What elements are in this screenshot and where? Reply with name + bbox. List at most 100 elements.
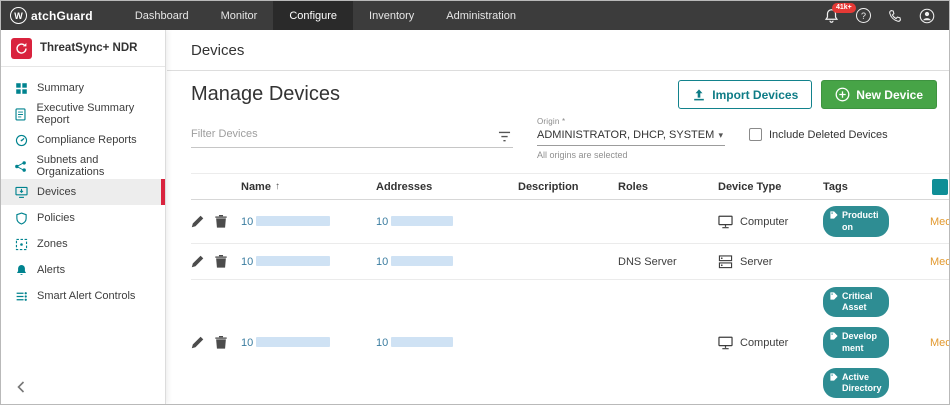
table-row: 10 10 Computer Critical Asset Developmen… (191, 280, 949, 404)
upload-icon (694, 88, 705, 100)
sidebar-item-alerts[interactable]: Alerts (1, 257, 165, 283)
row-actions (191, 336, 241, 349)
shield-icon (14, 211, 28, 225)
header-addresses-label: Addresses (376, 180, 433, 193)
trash-icon (215, 336, 227, 349)
tag-icon (830, 292, 838, 300)
device-type-label: Computer (740, 336, 789, 349)
include-deleted-devices-label: Include Deleted Devices (769, 128, 888, 141)
tag-pill[interactable]: Development (823, 327, 889, 358)
table-header-row: Name ↑ Addresses Description Roles Devic… (191, 173, 949, 200)
origin-select-field: Origin * ADMINISTRATOR, DHCP, SYSTEM ▾ A… (537, 117, 725, 160)
edit-device-button[interactable] (191, 215, 204, 228)
device-address-text: 10 (376, 336, 389, 349)
new-device-button[interactable]: New Device (821, 80, 937, 109)
sidebar-item-executive-summary-report[interactable]: Executive Summary Report (1, 101, 165, 127)
sidebar: ThreatSync+ NDR Summary Executive Summar… (1, 30, 166, 404)
device-name[interactable]: 10 (241, 215, 376, 228)
devices-table: Name ↑ Addresses Description Roles Devic… (191, 173, 949, 404)
chevron-down-icon: ▾ (718, 129, 723, 140)
tag-pill[interactable]: Active Directory (823, 367, 889, 399)
nav-monitor[interactable]: Monitor (205, 1, 274, 30)
sidebar-item-subnets-and-organizations[interactable]: Subnets and Organizations (1, 153, 165, 179)
section-heading: Manage Devices (191, 83, 340, 105)
pencil-icon (191, 336, 204, 349)
phone-icon (889, 9, 901, 22)
product-header[interactable]: ThreatSync+ NDR (1, 30, 165, 67)
sidebar-item-summary[interactable]: Summary (1, 75, 165, 101)
nav-dashboard[interactable]: Dashboard (119, 1, 205, 30)
filter-icon[interactable] (498, 130, 511, 148)
edit-device-button[interactable] (191, 336, 204, 349)
import-devices-button[interactable]: Import Devices (678, 80, 813, 109)
import-devices-label: Import Devices (712, 87, 799, 102)
filter-devices-input[interactable] (191, 123, 487, 144)
watchguard-logo-icon: W (10, 7, 27, 24)
delete-device-button[interactable] (215, 215, 227, 228)
page-header: Devices (167, 30, 949, 71)
header-tags[interactable]: Tags (823, 181, 926, 193)
edit-device-button[interactable] (191, 255, 204, 268)
gauge-icon (14, 134, 28, 147)
table-columns-button[interactable] (932, 178, 948, 195)
include-deleted-devices-checkbox[interactable]: Include Deleted Devices (749, 128, 888, 141)
table-row: 10 10 Computer Production Med (191, 200, 949, 244)
device-importance: Med (930, 215, 949, 228)
notifications-button[interactable]: 41k+ (824, 2, 856, 24)
pencil-icon (191, 215, 204, 228)
header-name[interactable]: Name ↑ (241, 181, 376, 193)
sidebar-item-compliance-reports[interactable]: Compliance Reports (1, 127, 165, 153)
device-name[interactable]: 10 (241, 255, 376, 268)
pencil-icon (191, 255, 204, 268)
main-content: Devices Manage Devices Import Devices Ne… (167, 30, 949, 404)
redacted-name (256, 255, 331, 266)
sidebar-item-label: Zones (37, 238, 68, 250)
page-title: Devices (191, 41, 245, 59)
account-button[interactable] (919, 8, 935, 24)
sidebar-item-devices[interactable]: Devices (1, 179, 165, 205)
header-description[interactable]: Description (518, 181, 618, 193)
redacted-name (256, 215, 331, 226)
nav-configure[interactable]: Configure (273, 1, 354, 30)
trash-icon (215, 255, 227, 268)
header-device-type[interactable]: Device Type (718, 181, 823, 193)
header-addresses[interactable]: Addresses (376, 181, 518, 193)
header-roles[interactable]: Roles (618, 181, 718, 193)
sidebar-item-label: Subnets and Organizations (36, 154, 105, 178)
checkbox-icon[interactable] (749, 128, 762, 141)
sidebar-item-zones[interactable]: Zones (1, 231, 165, 257)
sidebar-collapse-button[interactable] (11, 377, 31, 397)
top-nav: Dashboard Monitor Configure Inventory Ad… (119, 1, 532, 30)
tag-pill[interactable]: Production (823, 206, 889, 237)
header-name-label: Name (241, 180, 271, 193)
delete-device-button[interactable] (215, 336, 227, 349)
report-icon (14, 107, 27, 121)
help-button[interactable]: ? (856, 8, 871, 23)
watchguard-logo[interactable]: W atchGuard (1, 7, 107, 24)
plus-circle-icon (835, 87, 850, 102)
sidebar-item-label: Policies (37, 212, 75, 224)
device-address: 10 (376, 336, 518, 349)
device-name-text: 10 (241, 336, 254, 349)
sidebar-item-smart-alert-controls[interactable]: Smart Alert Controls (1, 283, 165, 309)
tag-pill[interactable]: Critical Asset (823, 286, 889, 318)
origin-hint: All origins are selected (537, 150, 628, 160)
threatsync-logo-icon (11, 37, 32, 59)
help-icon: ? (856, 8, 871, 23)
delete-device-button[interactable] (215, 255, 227, 268)
chevron-left-icon (17, 381, 25, 393)
device-name[interactable]: 10 (241, 336, 376, 349)
header-importance (926, 178, 949, 195)
origin-select[interactable]: ADMINISTRATOR, DHCP, SYSTEM ▾ (537, 126, 725, 146)
alert-bell-icon (14, 264, 28, 277)
origin-selected-value: ADMINISTRATOR, DHCP, SYSTEM (537, 129, 715, 141)
sidebar-item-label: Alerts (37, 264, 66, 276)
sidebar-item-policies[interactable]: Policies (1, 205, 165, 231)
nav-administration[interactable]: Administration (430, 1, 532, 30)
sidebar-item-label: Devices (37, 186, 77, 198)
redacted-name (256, 336, 331, 347)
origin-label: Origin * (537, 117, 566, 126)
support-button[interactable] (888, 9, 902, 23)
device-tags: Production (823, 206, 926, 237)
nav-inventory[interactable]: Inventory (353, 1, 430, 30)
